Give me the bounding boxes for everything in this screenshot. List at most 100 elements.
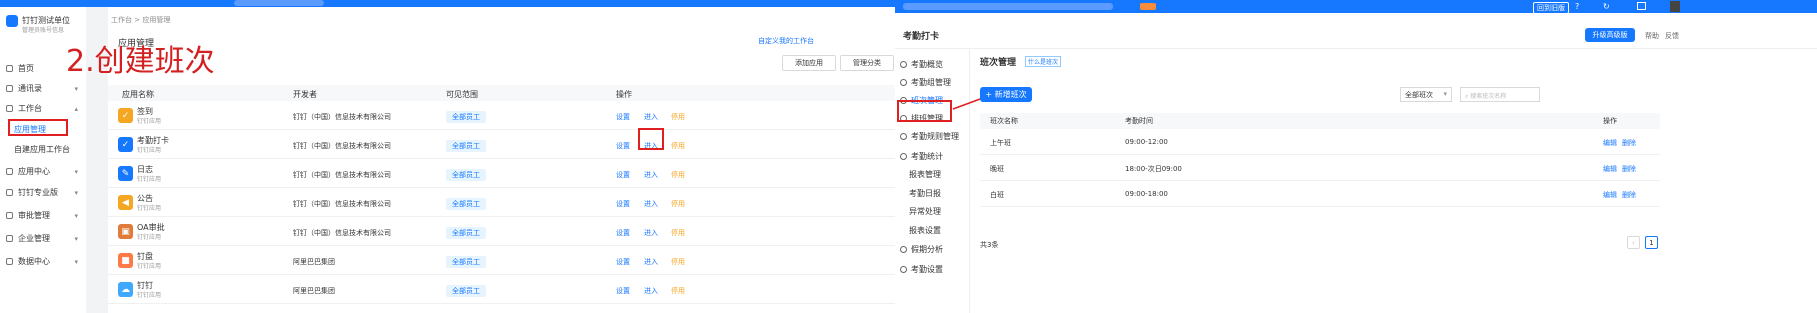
settings-link[interactable]: 设置 bbox=[616, 286, 630, 296]
app-developer: 钉钉（中国）信息技术有限公司 bbox=[293, 113, 391, 121]
sidebar-item-custom-workbench[interactable]: 自建应用工作台 bbox=[14, 144, 70, 155]
approval-icon bbox=[6, 212, 13, 219]
breadcrumb: 工作台 > 应用管理 bbox=[111, 16, 171, 24]
enter-link[interactable]: 进入 bbox=[644, 257, 658, 267]
disable-link[interactable]: 停用 bbox=[671, 112, 685, 122]
scope-tag: 全部员工 bbox=[446, 140, 486, 152]
contacts-icon bbox=[6, 85, 13, 92]
enter-link[interactable]: 进入 bbox=[644, 228, 658, 238]
settings-link[interactable]: 设置 bbox=[616, 257, 630, 267]
app-nav-item[interactable]: 考勤规则管理 bbox=[900, 131, 959, 142]
app-icon: ◀ bbox=[118, 195, 133, 210]
shift-time: 18:00-次日09:00 bbox=[1125, 165, 1182, 173]
org-sub: 管理员账号信息 bbox=[22, 27, 65, 34]
help-icon[interactable]: ? bbox=[1575, 2, 1579, 11]
settings-link[interactable]: 设置 bbox=[616, 199, 630, 209]
custom-workbench-link[interactable]: 自定义我的工作台 bbox=[758, 36, 814, 46]
highlight-shift-management bbox=[897, 100, 952, 122]
app-nav-item[interactable]: 考勤设置 bbox=[900, 264, 943, 275]
app-nav-item[interactable]: 考勤统计 bbox=[900, 151, 943, 162]
table-row: ✓ 签到 钉钉应用 钉钉（中国）信息技术有限公司 全部员工 设置 进入 停用 bbox=[108, 101, 895, 130]
enter-link[interactable]: 进入 bbox=[644, 170, 658, 180]
refresh-icon[interactable]: ↻ bbox=[1603, 2, 1610, 11]
sidebar-item-data-center[interactable]: 数据中心 ▾ bbox=[6, 256, 86, 267]
settings-link[interactable]: 设置 bbox=[616, 112, 630, 122]
app-nav-item[interactable]: 考勤组管理 bbox=[900, 77, 951, 88]
upgrade-button[interactable]: 升级高级版 bbox=[1585, 28, 1635, 42]
scope-tag: 全部员工 bbox=[446, 169, 486, 181]
shift-name: 晚班 bbox=[990, 165, 1004, 173]
sidebar-item-enterprise[interactable]: 企业管理 ▾ bbox=[6, 233, 86, 244]
col-shift-time: 考勤时间 bbox=[1125, 117, 1153, 125]
top-search-input[interactable] bbox=[903, 3, 1113, 10]
app-sub: 钉钉应用 bbox=[137, 205, 162, 212]
app-icon: ☁ bbox=[118, 282, 133, 297]
disable-link[interactable]: 停用 bbox=[671, 257, 685, 267]
back-old-version-button[interactable]: 回到旧版 bbox=[1533, 2, 1569, 14]
delete-link[interactable]: 删除 bbox=[1622, 190, 1636, 200]
edit-link[interactable]: 编辑 bbox=[1603, 164, 1617, 174]
enter-link[interactable]: 进入 bbox=[644, 286, 658, 296]
fullscreen-icon[interactable] bbox=[1637, 2, 1646, 10]
app-nav-item[interactable]: 假期分析 bbox=[900, 244, 943, 255]
app-nav-item[interactable]: 异常处理 bbox=[909, 206, 941, 217]
nav-icon bbox=[900, 153, 907, 160]
global-search-input[interactable] bbox=[234, 0, 324, 6]
disable-link[interactable]: 停用 bbox=[671, 141, 685, 151]
nav-icon bbox=[900, 133, 907, 140]
delete-link[interactable]: 删除 bbox=[1622, 164, 1636, 174]
help-link[interactable]: 帮助 bbox=[1645, 31, 1659, 41]
sidebar-item-approval[interactable]: 审批管理 ▾ bbox=[6, 210, 86, 221]
shift-time: 09:00-12:00 bbox=[1125, 138, 1168, 146]
nav-icon bbox=[900, 61, 907, 68]
settings-link[interactable]: 设置 bbox=[616, 228, 630, 238]
delete-link[interactable]: 删除 bbox=[1622, 138, 1636, 148]
settings-link[interactable]: 设置 bbox=[616, 141, 630, 151]
page-title: 班次管理 bbox=[980, 58, 1017, 68]
org-avatar bbox=[6, 15, 18, 27]
app-sub: 钉钉应用 bbox=[137, 147, 162, 154]
scope-tag: 全部员工 bbox=[446, 111, 486, 123]
highlight-enter-button bbox=[638, 128, 664, 150]
enter-link[interactable]: 进入 bbox=[644, 112, 658, 122]
disable-link[interactable]: 停用 bbox=[671, 228, 685, 238]
sidebar-item-workbench[interactable]: 工作台 ▴ bbox=[6, 103, 86, 114]
new-shift-button[interactable]: + 新增班次 bbox=[980, 87, 1032, 102]
edit-link[interactable]: 编辑 bbox=[1603, 138, 1617, 148]
sidebar-item-pro[interactable]: 钉钉专业版 ▾ bbox=[6, 187, 86, 198]
nav-icon bbox=[900, 79, 907, 86]
app-icon: ✓ bbox=[118, 137, 133, 152]
shift-filter-select[interactable]: 全部班次 ▾ bbox=[1400, 87, 1452, 102]
manage-category-button[interactable]: 管理分类 bbox=[840, 55, 894, 71]
app-nav-item[interactable]: 考勤概览 bbox=[900, 59, 943, 70]
user-avatar[interactable] bbox=[1670, 1, 1680, 12]
sidebar-item-app-center[interactable]: 应用中心 ▾ bbox=[6, 166, 86, 177]
enter-link[interactable]: 进入 bbox=[644, 199, 658, 209]
edit-link[interactable]: 编辑 bbox=[1603, 190, 1617, 200]
disable-link[interactable]: 停用 bbox=[671, 286, 685, 296]
chart-icon bbox=[6, 258, 13, 265]
scope-tag: 全部员工 bbox=[446, 198, 486, 210]
settings-link[interactable]: 设置 bbox=[616, 170, 630, 180]
shift-row: 白班 09:00-18:00 编辑 删除 bbox=[980, 181, 1660, 207]
total-count: 共3条 bbox=[980, 241, 999, 249]
shift-search-input[interactable]: ⌕ 搜索班次名称 bbox=[1460, 87, 1540, 102]
sidebar-item-contacts[interactable]: 通讯录 ▾ bbox=[6, 83, 86, 94]
scope-tag: 全部员工 bbox=[446, 256, 486, 268]
feedback-link[interactable]: 反馈 bbox=[1665, 31, 1679, 41]
building-icon bbox=[6, 235, 13, 242]
prev-page-button[interactable]: ‹ bbox=[1627, 236, 1640, 249]
main-content: 工作台 > 应用管理 应用管理 自定义我的工作台 添加应用 管理分类 应用名称 … bbox=[108, 7, 895, 313]
app-nav-item[interactable]: 报表管理 bbox=[909, 169, 941, 180]
add-app-button[interactable]: 添加应用 bbox=[782, 55, 836, 71]
grid-icon bbox=[6, 105, 13, 112]
app-nav-item[interactable]: 报表设置 bbox=[909, 225, 941, 236]
disable-link[interactable]: 停用 bbox=[671, 199, 685, 209]
table-row: ✓ 考勤打卡 钉钉应用 钉钉（中国）信息技术有限公司 全部员工 设置 进入 停用 bbox=[108, 130, 895, 159]
page-number-button[interactable]: 1 bbox=[1645, 236, 1658, 249]
app-nav-item[interactable]: 考勤日报 bbox=[909, 188, 941, 199]
page-badge[interactable]: 什么是班次 bbox=[1025, 56, 1062, 67]
app-sub: 钉钉应用 bbox=[137, 263, 162, 270]
diamond-icon bbox=[6, 189, 13, 196]
disable-link[interactable]: 停用 bbox=[671, 170, 685, 180]
